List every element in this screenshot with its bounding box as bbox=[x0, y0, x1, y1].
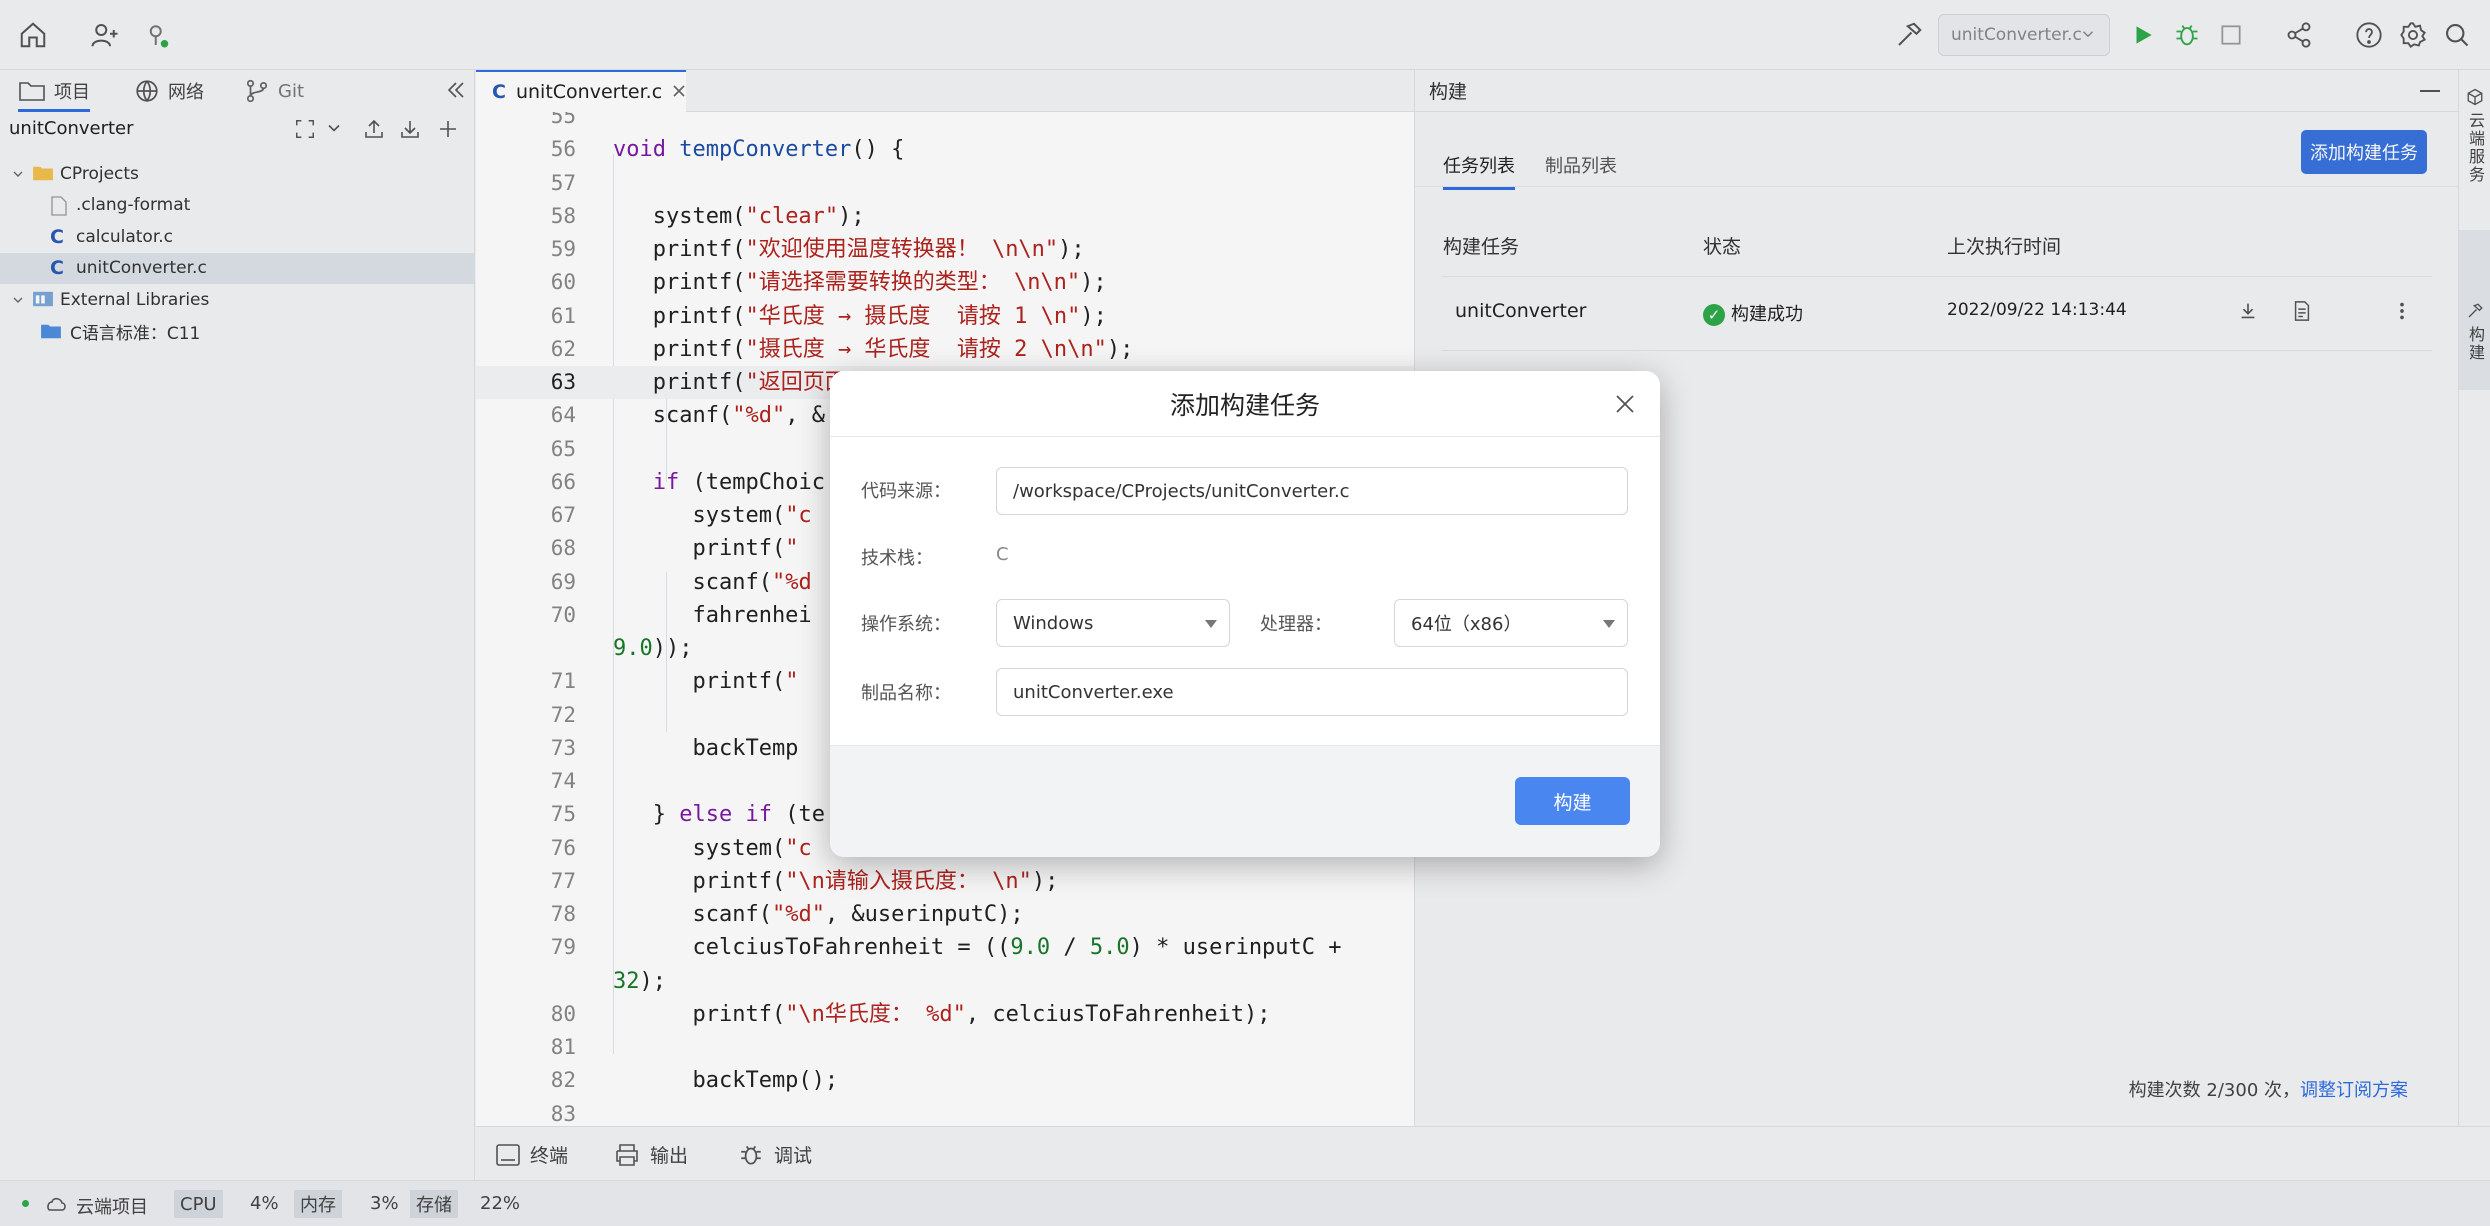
close-icon[interactable] bbox=[1610, 389, 1640, 419]
stack-label: 技术栈： bbox=[861, 548, 933, 569]
add-build-task-dialog: 添加构建任务 代码来源： /workspace/CProjects/unitCo… bbox=[830, 371, 1660, 857]
artifact-name-field[interactable]: unitConverter.exe bbox=[996, 668, 1628, 716]
os-label: 操作系统： bbox=[861, 614, 951, 635]
dialog-footer: 构建 bbox=[830, 745, 1660, 857]
stack-value: C bbox=[996, 544, 1009, 565]
source-label: 代码来源： bbox=[861, 481, 951, 502]
source-value: /workspace/CProjects/unitConverter.c bbox=[1013, 480, 1350, 502]
dropdown-arrow-icon bbox=[1205, 620, 1217, 628]
dropdown-arrow-icon bbox=[1603, 620, 1615, 628]
artifact-label: 制品名称： bbox=[861, 683, 951, 704]
source-field[interactable]: /workspace/CProjects/unitConverter.c bbox=[996, 467, 1628, 515]
cpu-select[interactable]: 64位（x86） bbox=[1394, 599, 1628, 647]
cpu-value: 64位（x86） bbox=[1411, 614, 1522, 635]
os-select[interactable]: Windows bbox=[996, 599, 1230, 647]
os-value: Windows bbox=[1013, 612, 1094, 634]
dialog-title: 添加构建任务 bbox=[830, 371, 1660, 437]
build-button[interactable]: 构建 bbox=[1515, 777, 1630, 825]
artifact-name-value: unitConverter.exe bbox=[1013, 681, 1174, 703]
cpu-label: 处理器： bbox=[1260, 614, 1332, 635]
